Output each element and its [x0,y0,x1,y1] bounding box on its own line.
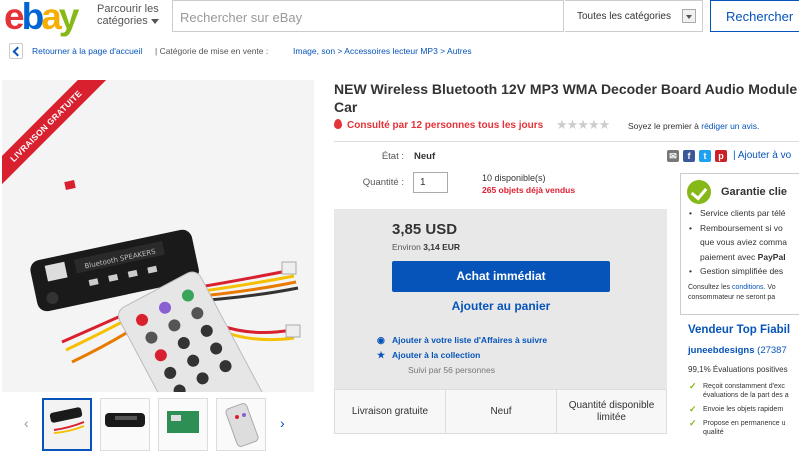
check-icon: ✓ [689,382,697,391]
listing-title: NEW Wireless Bluetooth 12V MP3 WMA Decod… [334,81,798,115]
feature-condition: Neuf [446,390,557,433]
ebay-logo[interactable]: ebay [4,0,79,36]
followers-count: Suivi par 56 personnes [408,365,495,375]
seller-score[interactable]: (27387 [757,345,787,356]
email-icon[interactable]: ✉ [667,150,679,162]
pinterest-icon[interactable]: p [715,150,727,162]
header: ebay Parcourir les catégories Rechercher… [0,0,799,36]
search-button[interactable]: Rechercher [710,0,799,32]
thumbnail-image [101,399,149,450]
divider [334,141,799,142]
add-to-watchlist-top-link[interactable]: | Ajouter à vo [733,150,791,161]
check-circle-icon [687,180,711,204]
views-notice: Consulté par 12 personnes tous les jours [334,119,543,131]
cond-prefix: Consultez les [688,284,731,291]
approx-prefix: Environ [392,242,421,252]
thumbnail[interactable] [158,398,208,451]
caret-down-icon [150,18,159,24]
top-rated-seller-badge[interactable]: Vendeur Top Fiabil [688,324,790,336]
guarantee-header: Garantie clie [687,180,799,204]
thumbnail[interactable] [100,398,150,451]
add-to-collection-link[interactable]: ★ Ajouter à la collection [377,350,481,360]
add-to-cart-button[interactable]: Ajouter au panier [392,299,610,313]
seller-quality: ✓ Envoie les objets rapidem [689,404,784,414]
chevron-left-icon[interactable] [9,43,23,59]
availability: 10 disponible(s) 265 objets déjà vendus [482,172,575,196]
sold-count: 265 objets déjà vendus [482,185,576,195]
feature-free-shipping: Livraison gratuite [335,390,446,433]
breadcrumb: Retourner à la page d'accueil | Catégori… [0,40,799,62]
thumbnail-strip: ‹ › [22,398,297,451]
add-to-watchlist-link[interactable]: ◉ Ajouter à votre liste d'Affaires à suiv… [377,335,548,345]
paypal-label: PayPal [757,251,786,262]
category-select-value: Toutes les catégories [577,11,671,22]
search-input[interactable]: Rechercher sur eBay [172,0,564,32]
flame-icon [334,119,342,129]
feature-limited-quantity: Quantité disponible limitée [568,399,655,423]
seller-quality: ✓ Propose en permanence u qualité [689,418,786,437]
seller-name-link[interactable]: juneebdesigns [688,345,755,356]
category-select[interactable]: Toutes les catégories [565,0,703,32]
available-count: 10 disponible(s) [482,173,546,183]
seller-qualities: ✓ Reçoit constamment d'exc évaluations de … [689,382,799,442]
cond-suffix: Vo [767,284,776,291]
browse-label-line2: catégories [97,15,148,27]
watchlist-label: Ajouter à votre liste d'Affaires à suivr… [392,335,548,345]
guarantee-item: Remboursement si vo [689,221,799,236]
browse-label-line1: Parcourir les [97,3,159,15]
write-review-link[interactable]: rédiger un avis. [701,121,759,131]
review-prefix: Soyez le premier à [628,121,699,131]
collection-label: Ajouter à la collection [392,350,481,360]
check-icon: ✓ [689,404,697,414]
price: 3,85 USD [392,221,458,238]
star-icon: ★ [377,350,386,360]
conditions-link[interactable]: conditions. [732,284,765,291]
category-listed-label: | Catégorie de mise en vente : [155,46,269,56]
features-bar: Livraison gratuite Neuf Quantité disponi… [334,389,667,434]
condition-label: État : [381,151,404,162]
guarantee-item-cont: paiement avec PayPal [689,250,799,265]
buy-now-button[interactable]: Achat immédiat [392,261,610,292]
quantity-input[interactable]: 1 [413,172,448,193]
guarantee-title: Garantie clie [721,186,788,198]
seller-info: juneebdesigns (27387 [688,345,787,356]
eye-icon: ◉ [377,335,385,345]
guarantee-item: Gestion simplifiée des [689,264,799,279]
main-product-image[interactable]: Bluetooth SPEAKERS LIVRAISON GRATUITE [2,80,314,392]
share-bar: ✉ f t p | Ajouter à vo [667,150,799,164]
approx-value: 3,14 EUR [423,242,461,252]
seller-quality: ✓ Reçoit constamment d'exc évaluations de … [689,382,789,399]
approx-price: Environ 3,14 EUR [392,242,460,252]
thumbnail[interactable] [42,398,92,451]
condition-value: Neuf [414,151,436,162]
seller-positive-feedback: 99,1% Évaluations positives [688,365,788,374]
quantity-label: Quantité : [362,177,404,188]
facebook-icon[interactable]: f [683,150,695,162]
check-icon: ✓ [689,418,697,428]
guarantee-item: Service clients par télé [689,206,799,221]
chevron-left-icon[interactable]: ‹ [24,415,29,431]
guarantee-item-cont: que vous aviez comma [700,237,787,247]
category-path-links[interactable]: Image, son > Accessoires lecteur MP3 > A… [293,40,472,62]
rating-stars: ★★★★★ [556,117,610,132]
thumbnail[interactable] [216,398,266,451]
back-to-home-link[interactable]: Retourner à la page d'accueil [32,40,142,62]
thumbnail-image [217,399,265,450]
thumbnail-image [159,399,207,450]
chevron-down-icon [682,9,696,23]
twitter-icon[interactable]: t [699,150,711,162]
cond-line2: consommateur ne seront pa [688,294,776,301]
buy-box: 3,85 USD Environ 3,14 EUR Achat immédiat… [334,209,667,389]
views-text: Consulté par 12 personnes tous les jours [347,120,544,131]
guarantee-conditions: Consultez les conditions. Vo consommateu… [688,283,799,303]
review-prompt: Soyez le premier à rédiger un avis. [628,121,759,131]
browse-categories[interactable]: Parcourir les catégories [97,3,159,27]
chevron-right-icon[interactable]: › [280,415,285,431]
paypal-prefix: paiement avec [700,251,756,262]
guarantee-list: Service clients par télé Remboursement s… [689,206,799,279]
thumbnail-image [44,400,90,449]
